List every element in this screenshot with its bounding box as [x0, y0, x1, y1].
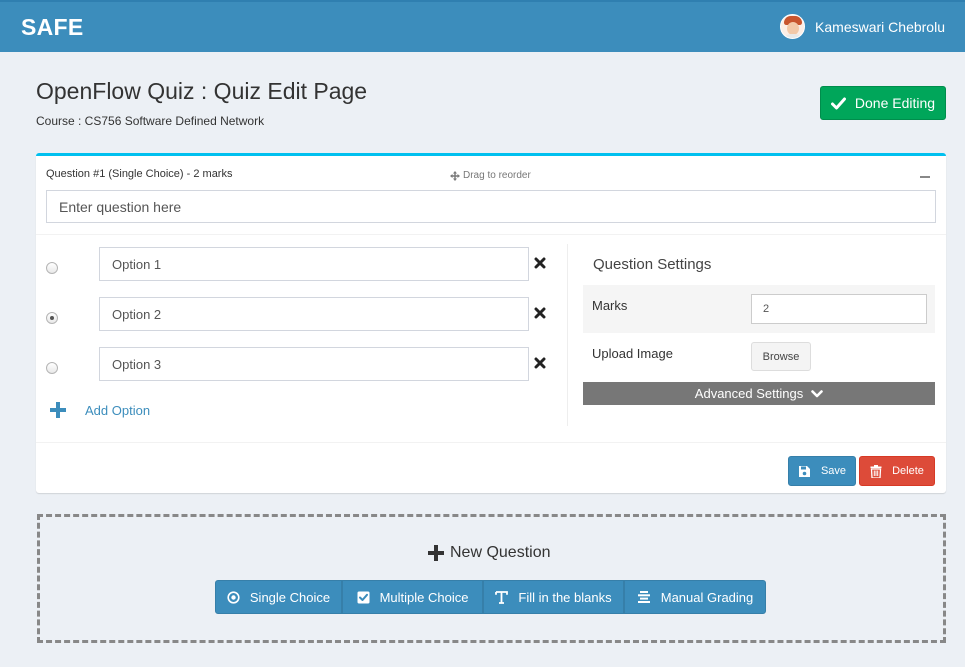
option-input-1[interactable]: Option 1 — [99, 247, 529, 281]
remove-option-3-icon[interactable] — [534, 357, 546, 369]
option-radio-1[interactable] — [46, 262, 58, 274]
question-type-button-group: Single Choice Multiple Choice Fill in th… — [215, 580, 766, 614]
column-divider — [567, 244, 568, 426]
single-choice-label: Single Choice — [249, 589, 331, 605]
drag-handle[interactable]: Drag to reorder — [450, 170, 531, 181]
manual-grading-label: Manual Grading — [660, 589, 754, 605]
check-icon — [830, 97, 846, 109]
multiple-choice-label: Multiple Choice — [379, 589, 469, 605]
minus-icon[interactable] — [920, 176, 930, 178]
marks-input[interactable]: 2 — [751, 294, 927, 324]
upload-image-label: Upload Image — [592, 346, 673, 361]
save-label: Save — [820, 465, 847, 477]
multiple-choice-button[interactable]: Multiple Choice — [342, 580, 483, 614]
delete-label: Delete — [892, 465, 924, 477]
option-input-2[interactable]: Option 2 — [99, 297, 529, 331]
advanced-settings-label: Advanced Settings — [694, 386, 804, 401]
question-card: Question #1 (Single Choice) - 2 marks Dr… — [36, 153, 946, 493]
delete-button[interactable]: Delete — [859, 456, 935, 486]
user-menu[interactable]: Kameswari Chebrolu — [780, 14, 945, 39]
manual-grading-button[interactable]: Manual Grading — [624, 580, 766, 614]
add-option-label: Add Option — [85, 402, 151, 418]
drag-label: Drag to reorder — [463, 170, 531, 181]
trash-icon — [870, 464, 882, 478]
browse-button[interactable]: Browse — [751, 342, 811, 371]
new-question-heading: New Question — [428, 544, 551, 562]
option-radio-3[interactable] — [46, 362, 58, 374]
done-editing-button[interactable]: Done Editing — [820, 86, 946, 120]
page-title: OpenFlow Quiz : Quiz Edit Page — [36, 78, 368, 104]
question-text-input[interactable]: Enter question here — [46, 190, 936, 223]
advanced-settings-toggle[interactable]: Advanced Settings — [583, 382, 935, 405]
fill-in-blanks-button[interactable]: Fill in the blanks — [483, 580, 624, 614]
plus-icon — [428, 545, 444, 561]
user-avatar — [780, 14, 806, 39]
divider — [36, 442, 946, 443]
checkbox-icon — [357, 591, 370, 603]
upload-image-row: Upload Image Browse — [583, 333, 935, 381]
fill-in-blanks-label: Fill in the blanks — [518, 589, 612, 605]
move-icon — [450, 170, 460, 181]
new-question-panel: New Question Single Choice Multiple Choi… — [37, 514, 946, 643]
align-center-icon — [637, 591, 650, 603]
marks-label: Marks — [592, 298, 628, 313]
course-subtitle: Course : CS756 Software Defined Network — [36, 114, 265, 128]
user-name: Kameswari Chebrolu — [815, 18, 945, 35]
question-settings-title: Question Settings — [593, 256, 712, 273]
new-question-label: New Question — [450, 544, 551, 561]
plus-icon — [50, 402, 66, 418]
divider — [36, 234, 946, 235]
text-icon — [495, 590, 509, 604]
option-radio-2[interactable] — [46, 312, 58, 324]
add-option-button[interactable]: Add Option — [50, 402, 150, 418]
remove-option-1-icon[interactable] — [534, 257, 546, 269]
single-choice-button[interactable]: Single Choice — [215, 580, 342, 614]
chevron-down-icon — [811, 389, 824, 397]
radio-circle-icon — [227, 590, 240, 604]
brand-logo[interactable]: SAFE — [21, 14, 84, 41]
save-icon — [798, 465, 810, 477]
top-navbar: SAFE Kameswari Chebrolu — [0, 0, 965, 52]
question-header: Question #1 (Single Choice) - 2 marks — [46, 168, 233, 180]
remove-option-2-icon[interactable] — [534, 307, 546, 319]
marks-row: Marks 2 — [583, 285, 935, 333]
save-button[interactable]: Save — [788, 456, 856, 486]
done-editing-label: Done Editing — [854, 95, 936, 111]
option-input-3[interactable]: Option 3 — [99, 347, 529, 381]
